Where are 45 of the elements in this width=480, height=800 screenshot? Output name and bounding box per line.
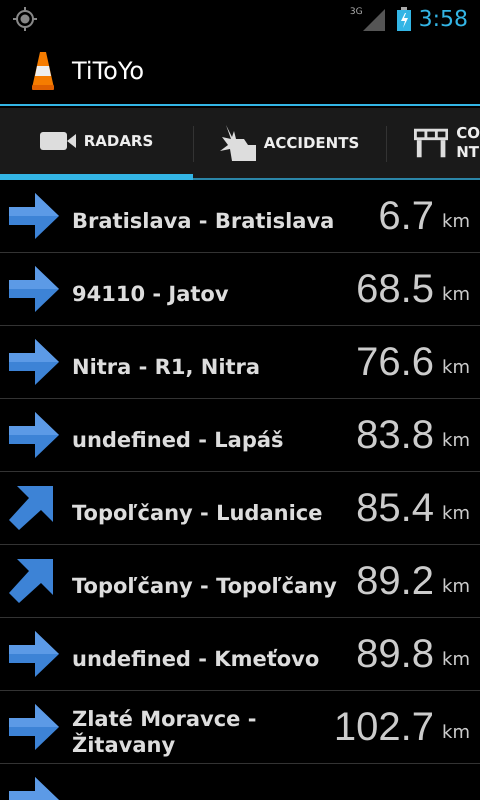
crash-icon	[220, 125, 256, 161]
gps-icon	[12, 6, 38, 32]
right-arrow-icon	[9, 631, 59, 677]
tab[interactable]: CO NT	[386, 108, 480, 180]
network-type: 3G	[350, 8, 363, 16]
signal-icon	[362, 8, 385, 30]
distance: 76.6	[356, 342, 434, 382]
app-title: TiToYo	[72, 56, 144, 87]
up-right-arrow-icon	[9, 559, 53, 603]
location-name: Topoľčany - Ludanice	[72, 500, 324, 526]
distance: 6.7	[378, 196, 434, 236]
battery-icon	[396, 7, 411, 31]
right-arrow-icon	[9, 193, 59, 239]
distance-unit: km	[442, 502, 470, 526]
distance-unit: km	[442, 282, 470, 306]
distance-unit: km	[442, 210, 470, 234]
distance-unit: km	[442, 720, 470, 744]
location-name: undefined - Lapáš	[72, 427, 285, 453]
distance: 89.8	[356, 634, 434, 674]
up-right-arrow-icon	[9, 486, 53, 530]
location-name: Nitra - R1, Nitra	[72, 354, 262, 380]
distance: 102.7	[334, 707, 434, 747]
distance-unit: km	[442, 574, 470, 598]
distance: 68.5	[356, 269, 434, 309]
distance-unit: km	[442, 428, 470, 452]
distance: 89.2	[356, 561, 434, 601]
right-arrow-icon	[9, 704, 59, 750]
tab[interactable]: ACCIDENTS	[193, 108, 386, 180]
right-arrow-icon	[9, 266, 59, 312]
right-arrow-icon	[9, 412, 59, 458]
location-name: Topoľčany - Topoľčany	[72, 573, 338, 599]
location-name: 94110 - Jatov	[72, 281, 230, 307]
right-arrow-icon	[9, 339, 59, 385]
distance: 83.8	[356, 415, 434, 455]
location-name: Zlaté Moravce - Žitavany	[72, 706, 258, 758]
distance: 85.4	[356, 488, 434, 528]
clock: 3:58	[418, 6, 468, 34]
distance-unit: km	[442, 356, 470, 380]
distance-unit: km	[442, 648, 470, 672]
location-name: undefined - Kmeťovo	[72, 646, 320, 672]
location-name: Bratislava - Bratislava	[72, 208, 336, 234]
video-camera-icon	[40, 132, 76, 150]
barrier-icon	[414, 128, 448, 158]
traffic-cone-icon	[32, 52, 54, 90]
tab[interactable]: RADARS	[0, 108, 193, 180]
